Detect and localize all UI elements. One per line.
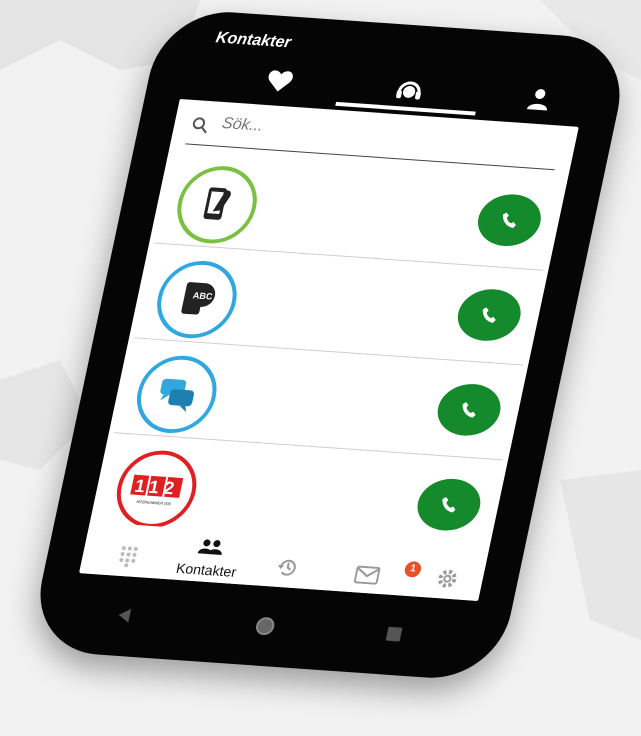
tab-favorites[interactable] [246, 62, 313, 100]
call-button[interactable] [432, 382, 506, 438]
person-icon [526, 89, 547, 111]
chat-bubbles-icon [129, 353, 224, 436]
phone-icon [462, 402, 476, 418]
svg-text:ABC: ABC [192, 290, 214, 301]
text-phone-abc-icon: ABC [149, 258, 244, 341]
search-input[interactable] [217, 113, 526, 155]
system-navigation-bar [91, 597, 449, 661]
home-icon[interactable] [253, 616, 277, 637]
call-button[interactable] [412, 476, 486, 533]
phone-icon [502, 212, 516, 228]
call-button[interactable] [452, 287, 526, 343]
svg-text:112: 112 [133, 476, 181, 499]
nav-history[interactable] [244, 554, 329, 586]
nav-settings[interactable] [404, 565, 489, 597]
dialpad-icon [119, 546, 138, 568]
back-icon[interactable] [114, 606, 136, 625]
contacts-screen: ABC 112 NÖDNUMMER 0 [79, 98, 579, 601]
headset-icon [396, 81, 421, 100]
sign-language-phone-icon [169, 163, 265, 247]
mail-icon [353, 565, 381, 585]
emergency-112-icon: 112 NÖDNUMMER 000 [109, 448, 204, 531]
tab-profile[interactable] [506, 80, 573, 118]
svg-text:NÖDNUMMER 000: NÖDNUMMER 000 [136, 499, 172, 506]
phone-icon [442, 496, 456, 513]
people-icon [197, 539, 222, 555]
nav-contacts[interactable]: Kontakter [165, 537, 253, 581]
search-icon [192, 117, 207, 134]
nav-messages[interactable]: 1 [324, 560, 423, 591]
nav-contacts-label: Kontakter [174, 559, 238, 580]
heart-icon [268, 70, 293, 92]
nav-dialpad[interactable] [85, 543, 170, 575]
phone-icon [482, 307, 496, 323]
app-title: Kontakter [214, 29, 293, 52]
tab-assistance[interactable] [376, 71, 443, 109]
gear-icon [438, 569, 457, 588]
history-icon [278, 559, 296, 576]
call-button[interactable] [473, 192, 546, 249]
recents-icon[interactable] [383, 625, 405, 644]
